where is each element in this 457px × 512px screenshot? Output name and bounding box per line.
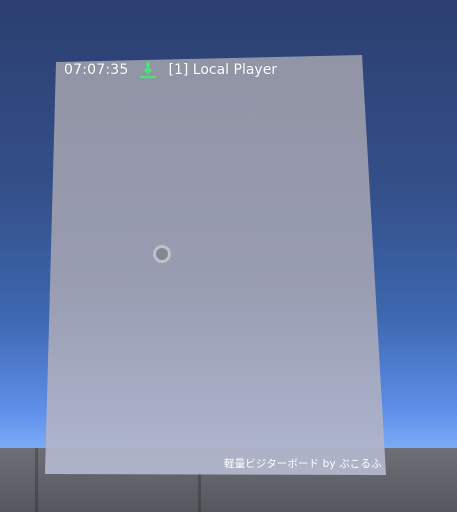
player-label: [1] Local Player — [168, 62, 278, 78]
download-icon — [138, 61, 158, 79]
visitor-board-content: 07:07:35 [1] Local Player 軽量ビジターボード by ぷ… — [0, 0, 457, 512]
reticle-icon — [153, 245, 171, 263]
scene: 07:07:35 [1] Local Player 軽量ビジターボード by ぷ… — [0, 0, 457, 512]
entry-time: 07:07:35 — [64, 62, 129, 78]
visitor-entry: 07:07:35 [1] Local Player — [64, 61, 277, 79]
board-credit: 軽量ビジターボード by ぷこるふ — [224, 458, 382, 470]
